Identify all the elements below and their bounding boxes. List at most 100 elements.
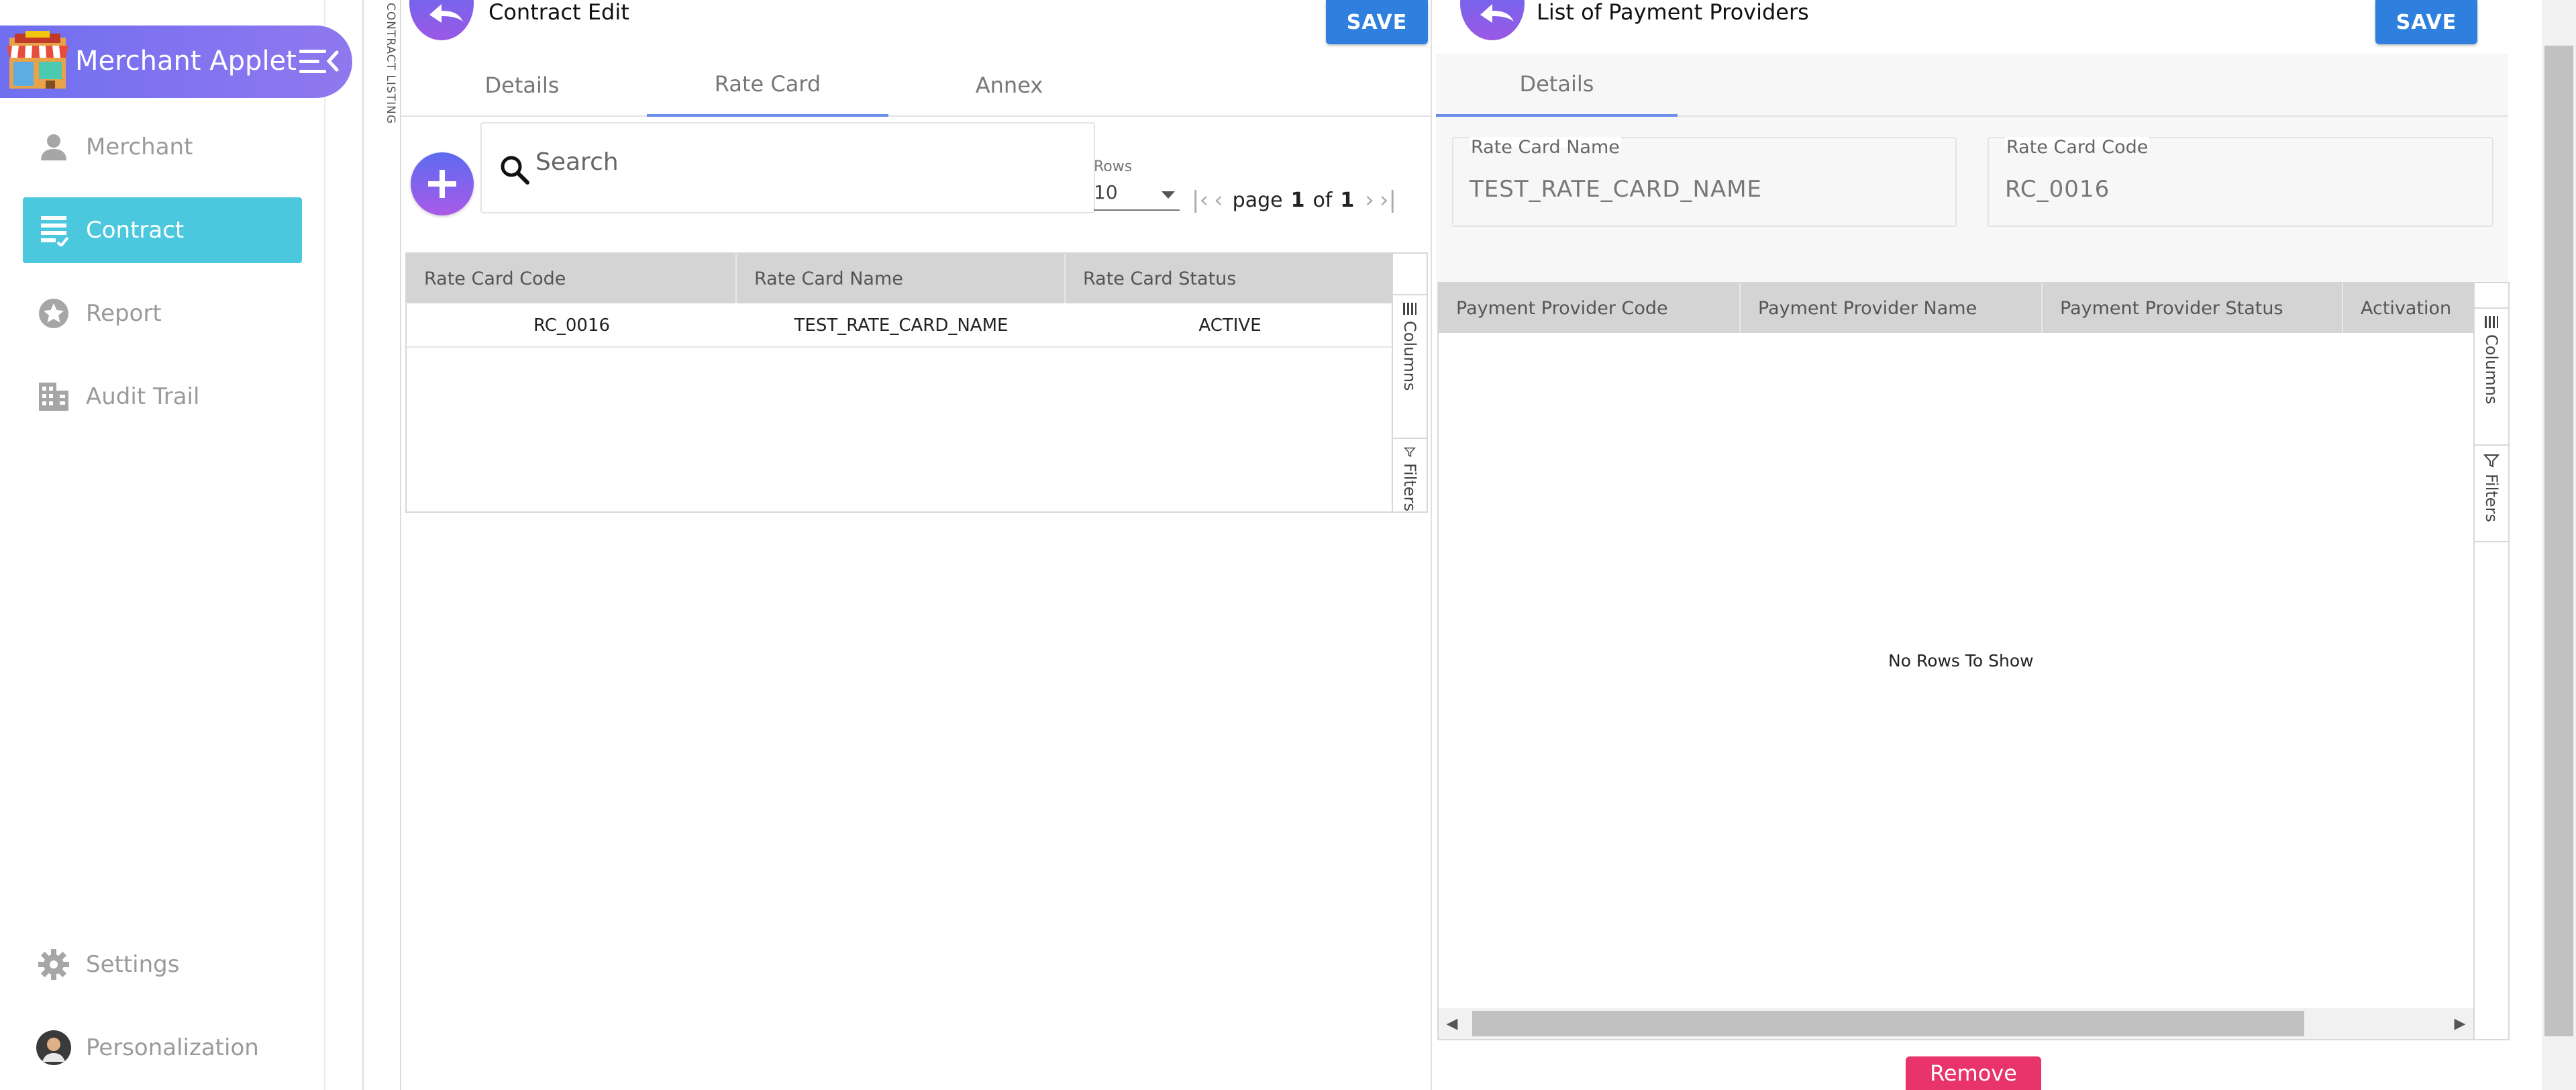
sidebar-item-label: Audit Trail: [86, 383, 200, 410]
column-header-rate-card-code[interactable]: Rate Card Code: [407, 254, 737, 303]
scroll-right-icon[interactable]: ▶: [2446, 1008, 2473, 1039]
last-page-icon[interactable]: ›|: [1380, 187, 1396, 213]
menu-collapse-icon[interactable]: [297, 43, 344, 81]
rows-per-page-value: 10: [1094, 181, 1118, 203]
sidebar-item-label: Personalization: [86, 1034, 259, 1061]
sidebar-item-personalization[interactable]: Personalization: [23, 1015, 302, 1081]
columns-tool[interactable]: Columns: [2475, 307, 2508, 446]
columns-label: Columns: [1400, 321, 1419, 391]
grid-header: Payment Provider Code Payment Provider N…: [1439, 283, 2473, 333]
of-word: of: [1312, 188, 1333, 212]
sidebar-item-settings[interactable]: Settings: [23, 932, 302, 997]
add-rate-card-button[interactable]: [411, 152, 474, 215]
back-arrow-icon: [1480, 4, 1514, 23]
search-input[interactable]: [535, 145, 871, 179]
horizontal-scroll-thumb[interactable]: [1472, 1011, 2304, 1036]
current-page: 1: [1290, 188, 1305, 212]
document-list-icon: [34, 210, 74, 250]
rate-card-code-value: RC_0016: [2005, 176, 2110, 203]
column-header-payment-provider-status[interactable]: Payment Provider Status: [2043, 283, 2343, 333]
sidebar-item-contract[interactable]: Contract: [23, 197, 302, 263]
avatar-icon: [34, 1028, 74, 1068]
person-icon: [34, 127, 74, 167]
filters-tool[interactable]: Filters: [1393, 439, 1427, 513]
back-button[interactable]: [1460, 0, 1525, 40]
filter-icon: [1404, 447, 1416, 458]
gear-icon: [34, 944, 74, 985]
rate-card-name-value: TEST_RATE_CARD_NAME: [1470, 176, 1763, 203]
sidebar-item-audit-trail[interactable]: Audit Trail: [23, 364, 302, 430]
rate-card-name-label: Rate Card Name: [1470, 137, 1621, 158]
tab-annex[interactable]: Annex: [888, 54, 1130, 117]
column-header-rate-card-name[interactable]: Rate Card Name: [737, 254, 1066, 303]
rows-per-page-select[interactable]: 10: [1094, 181, 1180, 211]
cell-rate-card-status: ACTIVE: [1198, 315, 1261, 336]
scroll-left-icon[interactable]: ◀: [1439, 1008, 1465, 1039]
sidebar: Merchant Applet Merchant Contract Report…: [0, 0, 352, 1090]
rate-card-code-field[interactable]: Rate Card Code RC_0016: [1988, 137, 2493, 227]
no-rows-message: No Rows To Show: [1888, 651, 2034, 671]
brand-header: Merchant Applet: [0, 26, 352, 98]
cell-rate-card-code: RC_0016: [533, 315, 611, 336]
payment-providers-panel: List of Payment Providers SAVE Details R…: [1435, 0, 2510, 1090]
page-title: Contract Edit: [488, 0, 629, 25]
filters-label: Filters: [1400, 463, 1419, 511]
tab-rate-card[interactable]: Rate Card: [647, 54, 888, 117]
sidebar-item-label: Contract: [86, 217, 185, 244]
columns-label: Columns: [2482, 334, 2501, 405]
column-header-payment-provider-code[interactable]: Payment Provider Code: [1439, 283, 1741, 333]
page-scroll-thumb[interactable]: [2544, 46, 2573, 1036]
star-badge-icon: [34, 293, 74, 334]
page-word: page: [1232, 188, 1283, 212]
previous-page-icon[interactable]: ‹: [1214, 187, 1223, 213]
back-button[interactable]: [409, 0, 474, 40]
sidebar-item-label: Report: [86, 300, 162, 327]
first-page-icon[interactable]: |‹: [1192, 187, 1208, 213]
columns-icon: [1403, 303, 1416, 315]
column-header-activation[interactable]: Activation: [2343, 283, 2475, 333]
next-page-icon[interactable]: ›: [1365, 187, 1374, 213]
sidebar-item-merchant[interactable]: Merchant: [23, 114, 302, 180]
tab-bar: Details Rate Card Annex: [401, 54, 1432, 117]
contract-listing-label: CONTRACT LISTING: [384, 3, 397, 125]
grid-side-toolbar: Columns Filters: [1392, 254, 1427, 513]
grid-header: Rate Card Code Rate Card Name Rate Card …: [407, 254, 1392, 303]
pagination: |‹ ‹ page 1 of 1 › ›|: [1189, 187, 1399, 213]
filters-label: Filters: [2482, 474, 2501, 522]
save-button[interactable]: SAVE: [2375, 0, 2477, 44]
horizontal-scrollbar[interactable]: ◀ ▶: [1439, 1008, 2473, 1039]
grid-side-toolbar: Columns Filters: [2473, 283, 2508, 1039]
brand-title: Merchant Applet: [75, 46, 297, 77]
cell-rate-card-name: TEST_RATE_CARD_NAME: [794, 315, 1009, 336]
search-box: [480, 122, 1095, 213]
back-arrow-icon: [429, 4, 463, 23]
dropdown-arrow-icon: [1162, 191, 1175, 199]
page-title: List of Payment Providers: [1537, 0, 1809, 25]
tab-bar: Details: [1436, 54, 2508, 117]
save-button[interactable]: SAVE: [1326, 0, 1428, 44]
table-row[interactable]: RC_0016 TEST_RATE_CARD_NAME ACTIVE: [407, 303, 1392, 348]
column-header-rate-card-status[interactable]: Rate Card Status: [1066, 254, 1394, 303]
building-icon: [34, 377, 74, 417]
columns-tool[interactable]: Columns: [1393, 294, 1427, 439]
columns-icon: [2485, 316, 2498, 328]
filters-tool[interactable]: Filters: [2475, 446, 2508, 542]
filter-icon: [2483, 454, 2500, 468]
tab-details[interactable]: Details: [401, 54, 643, 117]
rows-label: Rows: [1094, 158, 1133, 175]
sidebar-item-label: Merchant: [86, 134, 193, 160]
contract-listing-strip[interactable]: CONTRACT LISTING: [362, 0, 401, 1090]
storefront-logo-icon: [7, 31, 68, 89]
tab-details[interactable]: Details: [1436, 54, 1678, 117]
rate-card-code-label: Rate Card Code: [2005, 137, 2150, 158]
plus-icon: [428, 170, 456, 198]
page-vertical-scrollbar[interactable]: [2542, 0, 2576, 1090]
rate-card-name-field[interactable]: Rate Card Name TEST_RATE_CARD_NAME: [1452, 137, 1957, 227]
payment-provider-grid: Payment Provider Code Payment Provider N…: [1437, 282, 2510, 1040]
sidebar-item-label: Settings: [86, 951, 180, 978]
search-icon: [501, 156, 529, 185]
remove-button[interactable]: Remove: [1906, 1056, 2041, 1090]
column-header-payment-provider-name[interactable]: Payment Provider Name: [1741, 283, 2043, 333]
total-pages: 1: [1340, 188, 1355, 212]
sidebar-item-report[interactable]: Report: [23, 281, 302, 346]
